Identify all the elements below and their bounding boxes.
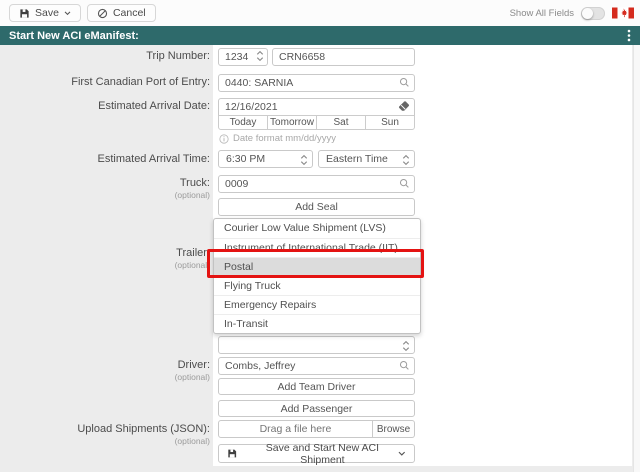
app-window: Save Cancel Show All Fields Start New AC… — [0, 0, 640, 472]
select-spinner-icon — [402, 154, 410, 166]
scrollbar[interactable] — [633, 45, 640, 472]
arrival-date-input[interactable] — [218, 98, 415, 116]
save-button[interactable]: Save — [9, 4, 81, 22]
truck-label: Truck:(optional) — [0, 177, 210, 200]
select-spinner-icon — [300, 154, 308, 166]
show-all-fields-toggle[interactable] — [581, 7, 605, 20]
date-sun-button[interactable]: Sun — [365, 115, 415, 130]
canada-flag-icon[interactable] — [612, 7, 634, 19]
form-area: Trip Number: First Canadian Port of Entr… — [0, 45, 640, 472]
date-sat-button[interactable]: Sat — [316, 115, 366, 130]
date-quick-buttons: Today Tomorrow Sat Sun — [218, 115, 415, 130]
dropdown-option-postal[interactable]: Postal — [214, 257, 420, 276]
clear-date-icon[interactable] — [398, 101, 410, 112]
driver-label: Driver:(optional) — [0, 359, 210, 382]
show-all-fields-label: Show All Fields — [510, 8, 574, 19]
truck-wrap — [218, 174, 415, 193]
page-title: Start New ACI eManifest: — [9, 30, 139, 42]
save-button-label: Save — [35, 7, 59, 19]
trip-number-stepper — [218, 47, 268, 66]
cancel-button-label: Cancel — [113, 7, 146, 19]
save-and-start-button[interactable]: Save and Start New ACI Shipment — [218, 444, 415, 463]
add-passenger-button[interactable]: Add Passenger — [218, 400, 415, 417]
toolbar-right: Show All Fields — [510, 7, 640, 20]
truck-input[interactable] — [218, 175, 415, 193]
driver-input[interactable] — [218, 357, 415, 375]
trip-code-input[interactable] — [272, 48, 415, 66]
save-and-start-label: Save and Start New ACI Shipment — [246, 442, 398, 466]
dropdown-option-flying-truck[interactable]: Flying Truck — [214, 276, 420, 295]
arrival-date-wrap — [218, 97, 415, 116]
timezone-value: Eastern Time — [326, 153, 388, 165]
shipment-type-dropdown: Courier Low Value Shipment (LVS) Instrum… — [213, 218, 421, 334]
port-of-entry-input[interactable] — [218, 74, 415, 92]
file-drop-zone[interactable] — [218, 420, 373, 438]
date-format-hint-text: Date format mm/dd/yyyy — [233, 133, 336, 144]
trailer-label: Trailer:(optional) — [0, 247, 210, 270]
top-toolbar: Save Cancel Show All Fields — [0, 0, 640, 26]
stepper-icon[interactable] — [256, 50, 264, 62]
search-icon — [399, 178, 410, 189]
add-seal-button[interactable]: Add Seal — [218, 198, 415, 216]
dropdown-option-iit[interactable]: Instrument of International Trade (IIT) — [214, 238, 420, 257]
dropdown-option-emergency-repairs[interactable]: Emergency Repairs — [214, 295, 420, 314]
date-format-hint: Date format mm/dd/yyyy — [219, 133, 336, 144]
driver-wrap — [218, 356, 415, 375]
chevron-down-icon — [398, 451, 406, 457]
toggle-knob — [582, 8, 593, 19]
select-spinner-icon — [402, 340, 410, 352]
chevron-down-icon — [64, 11, 71, 16]
dropdown-option-lvs[interactable]: Courier Low Value Shipment (LVS) — [214, 219, 420, 238]
date-today-button[interactable]: Today — [218, 115, 268, 130]
trip-number-label: Trip Number: — [0, 50, 210, 63]
dropdown-option-in-transit[interactable]: In-Transit — [214, 314, 420, 333]
cancel-icon — [97, 8, 108, 19]
port-of-entry-wrap — [218, 73, 415, 92]
arrival-time-label: Estimated Arrival Time: — [0, 153, 210, 166]
kebab-menu-icon[interactable] — [627, 29, 631, 42]
info-icon — [219, 134, 229, 144]
timezone-select[interactable]: Eastern Time — [318, 150, 415, 168]
arrival-date-label: Estimated Arrival Date: — [0, 100, 210, 113]
search-icon — [399, 360, 410, 371]
browse-button[interactable]: Browse — [373, 420, 415, 438]
search-icon — [399, 77, 410, 88]
date-tomorrow-button[interactable]: Tomorrow — [267, 115, 317, 130]
save-icon — [227, 448, 237, 459]
upload-control: Browse — [218, 420, 415, 438]
save-icon — [19, 8, 30, 19]
page-header: Start New ACI eManifest: — [0, 26, 640, 45]
cancel-button[interactable]: Cancel — [87, 4, 156, 22]
add-team-driver-button[interactable]: Add Team Driver — [218, 378, 415, 395]
arrival-time-select[interactable]: 6:30 PM — [218, 150, 313, 168]
port-of-entry-label: First Canadian Port of Entry: — [0, 76, 210, 89]
shipment-type-select[interactable] — [218, 336, 415, 354]
toolbar-left: Save Cancel — [0, 4, 156, 22]
trip-code-wrap — [272, 47, 415, 66]
arrival-time-value: 6:30 PM — [226, 153, 265, 165]
upload-shipments-label: Upload Shipments (JSON):(optional) — [0, 423, 210, 446]
